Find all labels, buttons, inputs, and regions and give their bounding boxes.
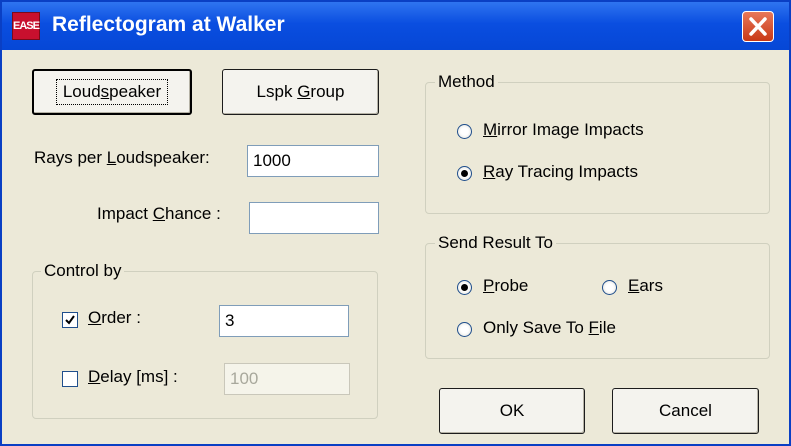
ears-radio[interactable] (602, 280, 617, 295)
close-x-icon (749, 17, 767, 36)
title-bar[interactable]: EASE Reflectogram at Walker (2, 2, 789, 50)
lspk-group-button-label: Lspk Group (256, 82, 345, 101)
ray-tracing-label: Ray Tracing Impacts (483, 162, 638, 181)
mirror-image-label: Mirror Image Impacts (483, 120, 644, 139)
delay-checkbox[interactable] (62, 371, 78, 387)
dialog-window: EASE Reflectogram at Walker Loudspeaker … (0, 0, 791, 446)
checkmark-icon (65, 315, 75, 325)
loudspeaker-button-label: Loudspeaker (55, 79, 169, 105)
ray-tracing-radio[interactable] (457, 166, 472, 181)
only-save-label: Only Save To File (483, 318, 616, 337)
cancel-button[interactable]: Cancel (612, 388, 759, 434)
rays-per-loudspeaker-input[interactable] (247, 145, 379, 177)
probe-label: Probe (483, 276, 529, 295)
delay-label: Delay [ms] : (88, 367, 178, 386)
order-label: Order : (88, 308, 141, 327)
only-save-radio[interactable] (457, 322, 472, 337)
window-title: Reflectogram at Walker (52, 13, 285, 36)
rays-per-loudspeaker-label: Rays per Loudspeaker: (34, 148, 210, 167)
control-by-legend: Control by (41, 261, 125, 281)
mirror-image-radio[interactable] (457, 124, 472, 139)
app-icon-text: EASE (13, 20, 40, 32)
order-input[interactable] (219, 305, 349, 337)
impact-chance-label: Impact Chance : (97, 204, 221, 223)
impact-chance-input[interactable] (249, 202, 379, 234)
delay-input (224, 363, 350, 395)
method-legend: Method (435, 72, 498, 92)
send-result-group (425, 243, 770, 359)
app-icon: EASE (12, 12, 40, 40)
loudspeaker-button[interactable]: Loudspeaker (32, 69, 192, 115)
order-checkbox[interactable] (62, 312, 78, 328)
ears-label: Ears (628, 276, 663, 295)
ok-button[interactable]: OK (439, 388, 585, 434)
probe-radio[interactable] (457, 280, 472, 295)
control-by-group (32, 271, 378, 419)
lspk-group-button[interactable]: Lspk Group (222, 69, 379, 115)
send-result-legend: Send Result To (435, 233, 556, 253)
method-group (425, 82, 770, 214)
close-button[interactable] (742, 11, 774, 42)
